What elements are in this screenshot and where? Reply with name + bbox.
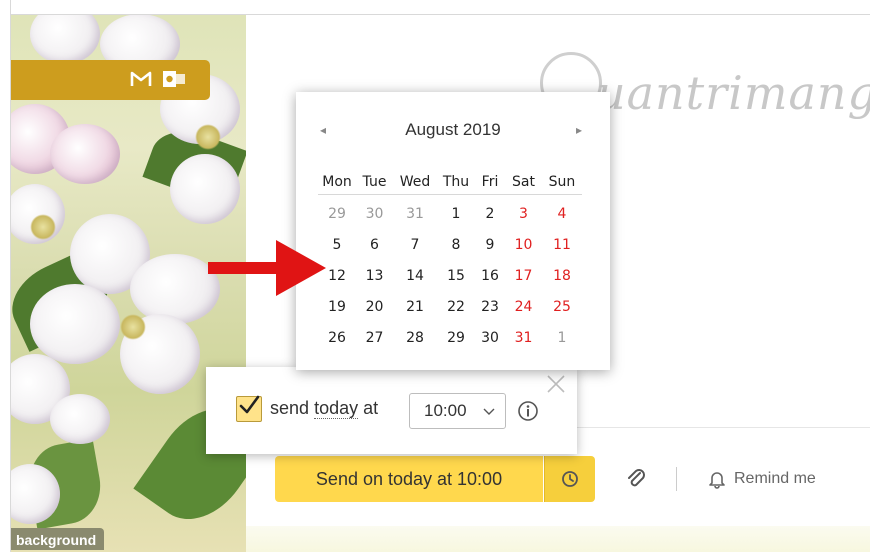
watermark-label: uantrimang [596, 66, 870, 120]
weekday-tue: Tue [362, 174, 387, 190]
calendar-day[interactable]: 11 [542, 237, 582, 253]
weekday-fri: Fri [481, 174, 499, 190]
weekday-sun: Sun [548, 174, 576, 190]
weekday-mon: Mon [322, 174, 352, 190]
calendar-day[interactable]: 26 [318, 330, 356, 346]
calendar-day[interactable]: 31 [505, 330, 542, 346]
calendar-day[interactable]: 30 [475, 330, 505, 346]
calendar-day[interactable]: 6 [356, 237, 393, 253]
calendar-day[interactable]: 23 [475, 299, 505, 315]
time-value: 10:00 [424, 401, 467, 420]
calendar-weeks: 29 30 31 1 2 3 4 5 6 7 8 9 10 11 12 13 14 15 16 17 18 19 20 21 2… [318, 198, 582, 353]
remind-me-label: Remind me [734, 470, 816, 487]
calendar-day[interactable]: 1 [437, 206, 475, 222]
schedule-clock-button[interactable] [544, 456, 595, 502]
clock-icon [562, 471, 578, 487]
calendar-day[interactable]: 1 [542, 330, 582, 346]
checkmark-icon [239, 395, 260, 414]
calendar-day[interactable]: 9 [475, 237, 505, 253]
calendar-day[interactable]: 4 [542, 206, 582, 222]
calendar-day[interactable]: 18 [542, 268, 582, 284]
background-label[interactable]: background [10, 528, 105, 550]
outlook-icon[interactable] [163, 69, 185, 89]
chevron-down-icon [483, 408, 495, 415]
calendar-week-row: 12 13 14 15 16 17 18 [318, 260, 582, 291]
calendar-day[interactable]: 22 [437, 299, 475, 315]
close-icon[interactable] [545, 373, 567, 395]
calendar-day[interactable]: 7 [393, 237, 437, 253]
send-today-checkbox[interactable] [236, 395, 262, 422]
calendar-weekday-header: Mon Tue Wed Thu Fri Sat Sun [318, 170, 582, 195]
toolbar-separator [676, 467, 677, 491]
paperclip-icon[interactable] [624, 466, 650, 492]
calendar-week-row: 26 27 28 29 30 31 1 [318, 322, 582, 353]
info-icon[interactable] [517, 400, 539, 422]
at-text: at [363, 398, 379, 418]
calendar-day[interactable]: 3 [505, 206, 542, 222]
calendar-week-row: 29 30 31 1 2 3 4 [318, 198, 582, 229]
weekday-thu: Thu [442, 174, 470, 190]
calendar-day[interactable]: 16 [475, 268, 505, 284]
calendar-day[interactable]: 29 [318, 206, 356, 222]
window-left-edge [0, 0, 11, 552]
weekday-wed: Wed [399, 174, 431, 190]
calendar-day[interactable]: 20 [356, 299, 393, 315]
calendar-day[interactable]: 19 [318, 299, 356, 315]
calendar-grid: Mon Tue Wed Thu Fri Sat Sun 29 30 31 1 2 3 4 5 6… [318, 170, 582, 353]
weekday-sat: Sat [512, 174, 535, 190]
send-scheduled-button[interactable]: Send on today at 10:00 [275, 456, 543, 502]
calendar-day[interactable]: 29 [437, 330, 475, 346]
calendar-week-row: 5 6 7 8 9 10 11 [318, 229, 582, 260]
gmail-icon[interactable] [130, 70, 152, 88]
send-prefix: send [270, 398, 310, 418]
send-today-label: send today at [270, 398, 378, 419]
calendar-day[interactable]: 15 [437, 268, 475, 284]
composer-footer-strip [246, 526, 870, 552]
calendar-day[interactable]: 8 [437, 237, 475, 253]
calendar-month-title: August 2019 [405, 120, 501, 139]
calendar-day[interactable]: 10 [505, 237, 542, 253]
window-top-edge [0, 0, 870, 15]
calendar-day[interactable]: 27 [356, 330, 393, 346]
time-select[interactable]: 10:00 [409, 393, 506, 429]
calendar-day[interactable]: 31 [393, 206, 437, 222]
calendar-week-row: 19 20 21 22 23 24 25 [318, 291, 582, 322]
calendar-day[interactable]: 24 [505, 299, 542, 315]
calendar-day[interactable]: 14 [393, 268, 437, 284]
calendar-day[interactable]: 2 [475, 206, 505, 222]
red-arrow-annotation [208, 240, 326, 296]
remind-me-button[interactable]: Remind me [708, 466, 816, 492]
bell-icon [709, 472, 725, 489]
composer-divider [530, 427, 870, 428]
calendar-day[interactable]: 13 [356, 268, 393, 284]
calendar-day[interactable]: 17 [505, 268, 542, 284]
calendar-day[interactable]: 25 [542, 299, 582, 315]
calendar-day[interactable]: 28 [393, 330, 437, 346]
calendar-day[interactable]: 30 [356, 206, 393, 222]
today-link[interactable]: today [314, 398, 359, 419]
calendar-day[interactable]: 21 [393, 299, 437, 315]
